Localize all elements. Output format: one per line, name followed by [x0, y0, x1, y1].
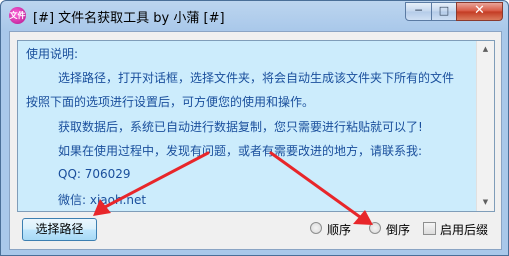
order-asc-radio[interactable] [310, 222, 322, 234]
minimize-button[interactable]: ─ [405, 2, 432, 21]
order-desc-label: 倒序 [386, 223, 411, 237]
select-path-button[interactable]: 选择路径 [22, 218, 97, 241]
app-window: 文件 [#] 文件名获取工具 by 小蒲 [#] ─ □ ✕ 使用说明: 选择路… [0, 0, 509, 256]
close-button[interactable]: ✕ [456, 2, 503, 21]
enable-suffix-label: 启用后缀 [440, 223, 489, 237]
instructions-line-3: 获取数据后，系统已自动进行数据复制，您只需要进行粘贴就可以了! [58, 120, 423, 134]
title-bar[interactable]: 文件 [#] 文件名获取工具 by 小蒲 [#] ─ □ ✕ [1, 1, 508, 31]
instructions-line-4: 如果在使用过程中，发现有问题，或者有需要改进的地方，请联系我: [58, 144, 423, 158]
client-area: 使用说明: 选择路径，打开对话框，选择文件夹，将会自动生成该文件夹下所有的文件 … [9, 31, 502, 250]
window-title: [#] 文件名获取工具 by 小蒲 [#] [33, 11, 225, 26]
wechat-contact: 微信: xiaoh.net [58, 193, 147, 207]
vertical-scrollbar[interactable]: ▲ ▼ [476, 41, 494, 211]
order-asc-label: 顺序 [327, 223, 352, 237]
scroll-down-icon[interactable]: ▼ [477, 194, 494, 211]
instructions-textbox[interactable]: 使用说明: 选择路径，打开对话框，选择文件夹，将会自动生成该文件夹下所有的文件 … [17, 40, 495, 212]
qq-contact: QQ: 706029 [58, 167, 131, 181]
order-desc-radio[interactable] [369, 222, 381, 234]
enable-suffix-checkbox[interactable] [423, 222, 436, 235]
instructions-line-1: 选择路径，打开对话框，选择文件夹，将会自动生成该文件夹下所有的文件 [58, 71, 455, 85]
instructions-line-2: 按照下面的选项进行设置后，可方便您的使用和操作。 [26, 95, 315, 109]
maximize-button[interactable]: □ [431, 2, 457, 21]
instructions-heading: 使用说明: [26, 47, 79, 61]
app-icon: 文件 [9, 7, 26, 24]
scroll-up-icon[interactable]: ▲ [477, 41, 494, 58]
